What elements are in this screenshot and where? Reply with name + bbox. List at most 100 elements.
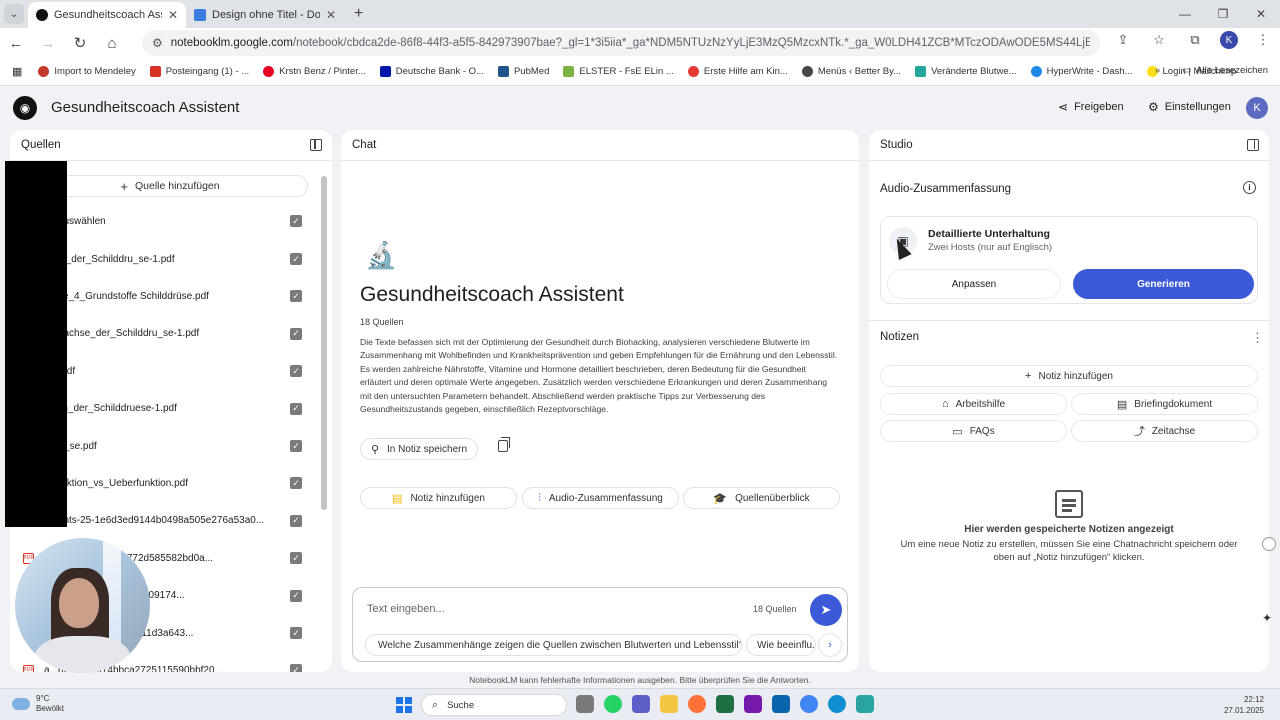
audio-card-title: Detaillierte Unterhaltung xyxy=(928,228,1050,240)
notebooklm-logo-icon[interactable]: ◉ xyxy=(13,96,37,120)
minimize-icon[interactable]: — xyxy=(1166,0,1204,28)
bookmark-item[interactable]: PubMed xyxy=(497,66,549,77)
user-avatar[interactable]: K xyxy=(1246,97,1268,119)
address-bar[interactable]: ⚙ notebooklm.google.com/notebook/cbdca2d… xyxy=(142,30,1100,56)
cloud-icon xyxy=(12,698,30,710)
sparkle-icon[interactable]: ✦ xyxy=(1262,611,1276,625)
faq-button[interactable]: ▭ FAQs xyxy=(880,420,1067,442)
bookmark-item[interactable]: Import to Mendeley xyxy=(38,66,136,77)
sources-scrollbar[interactable] xyxy=(321,176,327,510)
share-button[interactable]: ⋖ Freigeben xyxy=(1058,100,1124,114)
source-checkbox[interactable]: ✓ xyxy=(290,477,302,490)
source-overview-chip[interactable]: 🎓 Quellenüberblick xyxy=(683,487,840,509)
firefox-icon[interactable] xyxy=(688,695,706,713)
profile-avatar[interactable]: K xyxy=(1220,31,1238,49)
customize-button[interactable]: Anpassen xyxy=(887,269,1061,299)
close-window-icon[interactable]: ✕ xyxy=(1242,0,1280,28)
edge-icon[interactable] xyxy=(828,695,846,713)
studio-panel: Studio Audio-Zusammenfassung i ▣ Detaill… xyxy=(869,130,1269,672)
bookmark-item[interactable]: Veränderte Blutwe... xyxy=(915,66,1017,77)
new-tab-icon[interactable]: + xyxy=(354,5,363,23)
source-checkbox[interactable]: ✓ xyxy=(290,253,302,265)
suggestion-chip[interactable]: Welche Zusammenhänge zeigen die Quellen … xyxy=(365,634,742,656)
more-bookmarks-icon[interactable]: » xyxy=(1155,65,1160,76)
source-checkbox[interactable]: ✓ xyxy=(290,365,302,378)
generate-button[interactable]: Generieren xyxy=(1073,269,1254,299)
back-icon[interactable]: ← xyxy=(0,35,32,52)
notebook-title[interactable]: Gesundheitscoach Assistent xyxy=(51,99,239,116)
chat-input[interactable] xyxy=(367,600,727,618)
site-settings-icon[interactable]: ⚙ xyxy=(152,36,163,50)
install-app-icon[interactable]: ⇪ xyxy=(1112,32,1134,48)
onenote-icon[interactable] xyxy=(744,695,762,713)
tab-search-icon[interactable]: ⌄ xyxy=(4,4,24,24)
select-all-checkbox[interactable]: ✓ xyxy=(290,215,302,227)
source-checkbox[interactable]: ✓ xyxy=(290,552,302,565)
system-clock[interactable]: 22:12 27.01.2025 xyxy=(1224,694,1264,716)
bookmark-item[interactable]: Deutsche Bank - O... xyxy=(379,66,484,77)
outlook-icon[interactable] xyxy=(772,695,790,713)
close-tab-icon[interactable]: ✕ xyxy=(326,8,336,22)
webcam-body xyxy=(35,636,130,673)
audio-summary-chip[interactable]: ⫶ Audio-Zusammenfassung xyxy=(522,487,679,509)
source-checkbox[interactable]: ✓ xyxy=(290,664,302,672)
bookmark-item[interactable]: Menüs ‹ Better By... xyxy=(801,66,901,77)
home-icon[interactable]: ⌂ xyxy=(96,35,128,52)
collapse-panel-icon[interactable] xyxy=(1247,139,1259,151)
study-guide-button[interactable]: ⌂ Arbeitshilfe xyxy=(880,393,1067,415)
url-path: /notebook/cbdca2de-86f8-44f3-a5f5-842973… xyxy=(292,37,1090,49)
windows-start-icon[interactable] xyxy=(396,697,412,713)
bookmark-label: Deutsche Bank - O... xyxy=(395,66,484,77)
file-explorer-icon[interactable] xyxy=(660,695,678,713)
bookmark-item[interactable]: Erste Hilfe am Kin... xyxy=(687,66,788,77)
weather-condition: Bewölkt xyxy=(36,704,65,713)
bookmark-star-icon[interactable]: ☆ xyxy=(1148,32,1170,48)
tab-design-doc[interactable]: Design ohne Titel - Doc ✕ xyxy=(186,2,344,28)
add-note-chip[interactable]: ▤ Notiz hinzufügen xyxy=(360,487,517,509)
briefing-doc-button[interactable]: ▤ Briefingdokument xyxy=(1071,393,1258,415)
source-checkbox[interactable]: ✓ xyxy=(290,514,302,527)
all-bookmarks-link[interactable]: Alle Lesezeichen xyxy=(1196,65,1268,76)
tab-notebooklm[interactable]: Gesundheitscoach Assistent ✕ xyxy=(28,2,186,28)
source-checkbox[interactable]: ✓ xyxy=(290,440,302,452)
collapse-panel-icon[interactable] xyxy=(310,139,322,151)
whatsapp-icon[interactable] xyxy=(604,695,622,713)
extensions-icon[interactable]: ⧉ xyxy=(1184,32,1206,48)
add-source-button[interactable]: + Quelle hinzufügen xyxy=(32,175,308,197)
send-button[interactable]: ➤ xyxy=(810,594,842,626)
source-checkbox[interactable]: ✓ xyxy=(290,290,302,303)
browser-menu-icon[interactable]: ⋮ xyxy=(1252,32,1274,48)
teams-icon[interactable] xyxy=(632,695,650,713)
bookmark-item[interactable]: Krstn Benz / Pinter... xyxy=(263,66,366,77)
more-options-icon[interactable]: ⋮ xyxy=(1251,330,1264,346)
source-checkbox[interactable]: ✓ xyxy=(290,627,302,639)
hyperwrite-icon xyxy=(1030,66,1042,77)
restore-icon[interactable]: ❐ xyxy=(1204,0,1242,28)
add-note-button[interactable]: + Notiz hinzufügen xyxy=(880,365,1258,387)
bookmark-item[interactable]: Posteingang (1) - ... xyxy=(149,66,249,77)
timeline-button[interactable]: ⤴ Zeitachse xyxy=(1071,420,1258,442)
excel-icon[interactable] xyxy=(716,695,734,713)
source-checkbox[interactable]: ✓ xyxy=(290,589,302,602)
apps-grid-icon[interactable]: ▦ xyxy=(12,65,22,78)
source-checkbox[interactable]: ✓ xyxy=(290,402,302,415)
source-checkbox[interactable]: ✓ xyxy=(290,327,302,340)
reload-icon[interactable]: ↻ xyxy=(64,34,96,52)
info-icon[interactable]: i xyxy=(1243,181,1256,194)
copy-icon[interactable] xyxy=(498,437,510,452)
bookmark-item[interactable]: HyperWrite - Dash... xyxy=(1030,66,1133,77)
bookmark-item[interactable]: ELSTER - FsE ELin ... xyxy=(563,66,674,77)
taskbar-search[interactable]: ⌕ Suche xyxy=(421,694,567,716)
next-suggestion-icon[interactable]: › xyxy=(819,634,841,656)
notepad-icon[interactable] xyxy=(856,695,874,713)
save-to-note-button[interactable]: ⚲ In Notiz speichern xyxy=(360,438,478,460)
forward-icon[interactable]: → xyxy=(32,35,64,52)
close-tab-icon[interactable]: ✕ xyxy=(168,8,178,22)
task-view-icon[interactable] xyxy=(576,695,594,713)
suggestion-chip[interactable]: Wie beeinflu... xyxy=(746,634,816,656)
webcam-face xyxy=(59,578,99,628)
chrome-icon[interactable] xyxy=(800,695,818,713)
weather-widget[interactable]: 9°C Bewölkt xyxy=(12,694,64,714)
settings-button[interactable]: ⚙ Einstellungen xyxy=(1148,100,1231,114)
side-toggle-icon[interactable] xyxy=(1262,537,1276,551)
